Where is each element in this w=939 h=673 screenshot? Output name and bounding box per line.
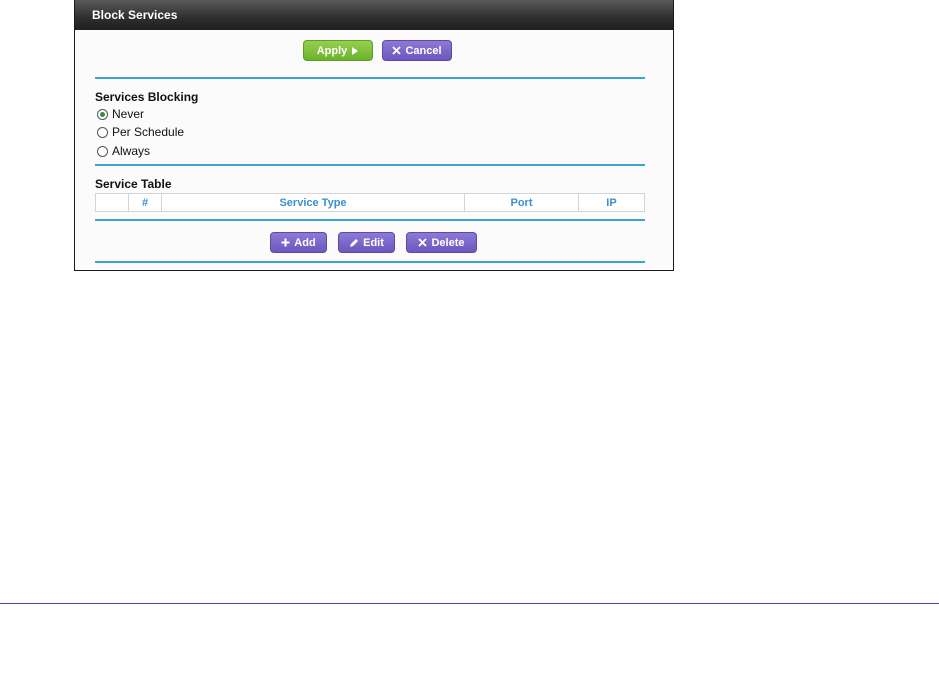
- add-button[interactable]: Add: [270, 232, 327, 253]
- pencil-icon: [349, 238, 359, 248]
- delete-button-label: Delete: [431, 236, 465, 249]
- add-button-label: Add: [294, 236, 316, 249]
- section-divider: [95, 261, 645, 263]
- services-blocking-heading: Services Blocking: [95, 90, 199, 104]
- radio-never-label: Never: [112, 107, 145, 121]
- radio-circle[interactable]: [97, 145, 108, 157]
- column-service-type: Service Type: [162, 194, 465, 211]
- column-number: #: [129, 194, 162, 211]
- column-ip: IP: [606, 196, 617, 209]
- cancel-button-label: Cancel: [405, 44, 442, 57]
- apply-button[interactable]: Apply: [303, 40, 373, 61]
- radio-per-schedule[interactable]: Per Schedule: [97, 125, 184, 139]
- x-icon: [418, 238, 428, 247]
- section-divider: [95, 77, 645, 79]
- block-services-panel: Block Services Apply Cancel Services Blo…: [74, 0, 674, 271]
- cancel-button[interactable]: Cancel: [382, 40, 452, 61]
- section-divider: [95, 164, 645, 166]
- edit-button-label: Edit: [363, 236, 384, 249]
- radio-always-label: Always: [112, 144, 151, 158]
- column-select: [96, 194, 129, 211]
- panel-title: Block Services: [92, 8, 178, 22]
- panel-body: Apply Cancel Services Blocking Never Per…: [75, 30, 673, 270]
- radio-circle-selected[interactable]: [97, 108, 108, 120]
- radio-dot: [100, 111, 105, 117]
- plus-icon: [281, 238, 290, 247]
- play-arrow-icon: [351, 46, 359, 55]
- radio-circle[interactable]: [97, 126, 108, 138]
- delete-button[interactable]: Delete: [406, 232, 477, 253]
- radio-per-schedule-label: Per Schedule: [112, 125, 185, 139]
- edit-button[interactable]: Edit: [338, 232, 395, 253]
- page-footer-divider: [0, 603, 939, 604]
- section-divider: [95, 219, 645, 221]
- radio-always[interactable]: Always: [97, 144, 150, 158]
- radio-never[interactable]: Never: [97, 107, 144, 121]
- x-icon: [392, 46, 402, 55]
- service-table-heading: Service Table: [95, 177, 172, 191]
- column-port: Port: [465, 194, 579, 211]
- apply-button-label: Apply: [316, 44, 348, 57]
- panel-titlebar: Block Services: [75, 0, 673, 30]
- service-table-header: # Service Type Port IP: [95, 193, 645, 212]
